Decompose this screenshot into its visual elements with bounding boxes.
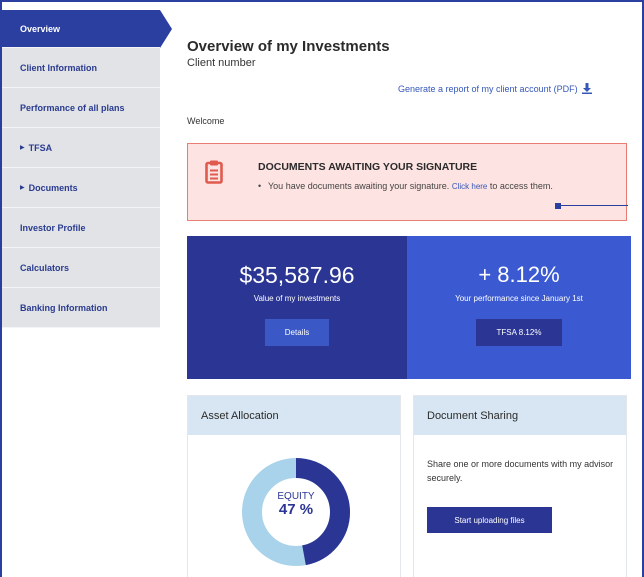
welcome-text: Welcome — [187, 116, 225, 126]
performance-panel: + 8.12% Your performance since January 1… — [407, 236, 631, 379]
alert-message-text: You have documents awaiting your signatu… — [268, 181, 450, 191]
expand-triangle-icon: ▶ — [20, 145, 25, 151]
performance-value: + 8.12% — [478, 262, 560, 287]
sidebar-item-documents[interactable]: ▶ Documents — [2, 168, 160, 208]
clipboard-icon — [205, 160, 223, 184]
client-number-label: Client number — [187, 57, 256, 69]
click-here-link[interactable]: Click here — [452, 182, 488, 191]
pointer-line — [561, 205, 628, 206]
sidebar-item-tfsa[interactable]: ▶ TFSA — [2, 128, 160, 168]
alert-message: • You have documents awaiting your signat… — [258, 180, 598, 193]
sidebar-item-label: Banking Information — [20, 302, 108, 313]
expand-triangle-icon: ▶ — [20, 185, 25, 191]
details-button[interactable]: Details — [265, 319, 329, 346]
investment-value-label: Value of my investments — [253, 294, 341, 303]
generate-report-link[interactable]: Generate a report of my client account (… — [398, 83, 592, 94]
asset-allocation-title: Asset Allocation — [188, 396, 400, 435]
start-uploading-button[interactable]: Start uploading files — [427, 507, 552, 533]
pointer-marker — [555, 203, 561, 209]
report-link-label: Generate a report of my client account (… — [398, 83, 578, 94]
sidebar-item-investor-profile[interactable]: Investor Profile — [2, 208, 160, 248]
investment-value: $35,587.96 — [239, 262, 355, 288]
sidebar-item-banking-information[interactable]: Banking Information — [2, 288, 160, 328]
sidebar-item-performance[interactable]: Performance of all plans — [2, 88, 160, 128]
tfsa-performance-button[interactable]: TFSA 8.12% — [476, 319, 562, 346]
signature-alert: DOCUMENTS AWAITING YOUR SIGNATURE • You h… — [187, 143, 628, 221]
sidebar-item-label: Overview — [20, 23, 61, 34]
sidebar-item-client-information[interactable]: Client Information — [2, 48, 160, 88]
sidebar-item-label: Client Information — [20, 62, 97, 73]
sidebar-item-calculators[interactable]: Calculators — [2, 248, 160, 288]
document-sharing-title: Document Sharing — [414, 396, 626, 435]
stats-panel: $35,587.96 Value of my investments Detai… — [187, 236, 631, 379]
main-content: Overview of my Investments Client number… — [187, 38, 631, 577]
alert-message-suffix: to access them. — [489, 181, 553, 191]
sidebar-item-label: TFSA — [28, 142, 53, 153]
sidebar-item-overview[interactable]: Overview — [2, 10, 172, 48]
sidebar-item-label: Calculators — [20, 262, 70, 273]
performance-label: Your performance since January 1st — [455, 294, 583, 303]
document-sharing-card: Document Sharing Share one or more docum… — [413, 395, 627, 577]
investment-value-panel: $35,587.96 Value of my investments Detai… — [187, 236, 407, 379]
equity-value: 47 % — [278, 501, 314, 518]
donut-center-text: EQUITY 47 % — [241, 492, 351, 518]
sidebar-item-label: Performance of all plans — [20, 102, 125, 113]
download-icon — [581, 83, 592, 94]
document-sharing-text: Share one or more documents with my advi… — [427, 459, 614, 483]
bullet-icon: • — [258, 181, 262, 191]
sidebar: Overview Client Information Performance … — [2, 10, 172, 328]
sidebar-item-label: Investor Profile — [20, 222, 86, 233]
page-title: Overview of my Investments — [187, 38, 390, 55]
asset-allocation-card: Asset Allocation EQUITY 47 % — [187, 395, 401, 577]
sidebar-item-label: Documents — [28, 182, 78, 193]
alert-title: DOCUMENTS AWAITING YOUR SIGNATURE — [258, 161, 478, 173]
